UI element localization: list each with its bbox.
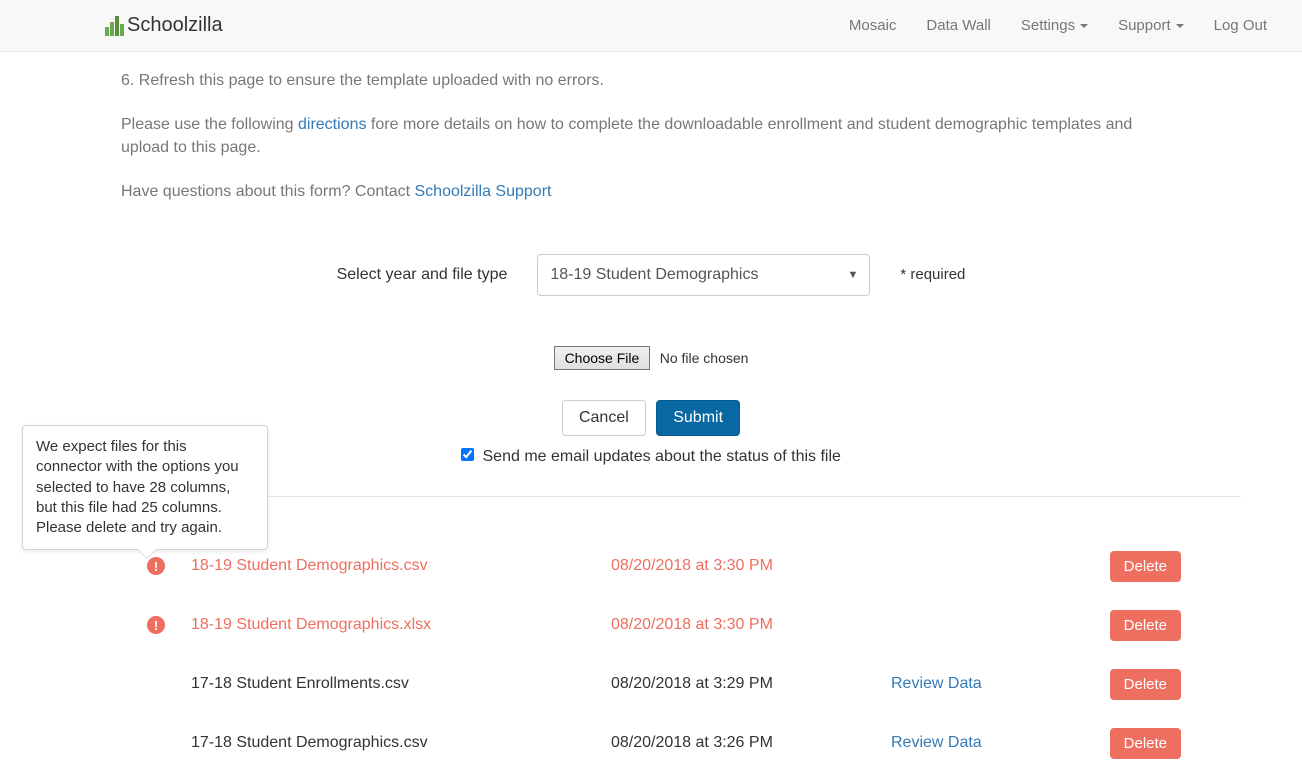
email-updates-checkbox[interactable] [461,448,474,461]
chevron-down-icon [1080,24,1088,28]
file-list: !18-19 Student Demographics.csv08/20/201… [121,537,1181,773]
delete-button[interactable]: Delete [1110,728,1181,759]
support-link[interactable]: Schoolzilla Support [415,183,552,200]
file-date: 08/20/2018 at 3:30 PM [611,616,891,634]
nav-mosaic[interactable]: Mosaic [834,1,912,50]
file-name: 18-19 Student Demographics.xlsx [191,616,611,634]
brand[interactable]: Schoolzilla [105,14,223,37]
file-row: 17-18 Student Demographics.csv08/20/2018… [121,714,1181,773]
email-updates-label[interactable]: Send me email updates about the status o… [461,448,841,465]
brand-text: Schoolzilla [127,14,223,37]
file-row: ! 18-19 Student Demographics.xlsx08/20/20… [121,596,1181,655]
file-name: 18-19 Student Demographics.csv [191,557,611,575]
cancel-button[interactable]: Cancel [562,400,646,436]
nav-settings[interactable]: Settings [1006,1,1103,50]
file-row: 17-18 Student Enrollments.csv08/20/2018 … [121,655,1181,714]
choose-file-button[interactable]: Choose File [554,346,651,370]
instructions: 6. Refresh this page to ensure the templ… [121,70,1181,204]
questions-paragraph: Have questions about this form? Contact … [121,181,1181,203]
nav-menu: Mosaic Data Wall Settings Support Log Ou… [834,1,1282,50]
navbar: Schoolzilla Mosaic Data Wall Settings Su… [0,0,1302,52]
error-icon: ! [147,616,165,634]
required-label: * required [900,266,965,283]
directions-link[interactable]: directions [298,116,366,133]
file-date: 08/20/2018 at 3:29 PM [611,675,891,693]
select-label: Select year and file type [337,266,508,284]
no-file-text: No file chosen [660,350,749,366]
file-name: 17-18 Student Enrollments.csv [191,675,611,693]
review-data-link[interactable]: Review Data [891,734,982,751]
error-icon: ! [147,557,165,575]
delete-button[interactable]: Delete [1110,551,1181,582]
chevron-down-icon [1176,24,1184,28]
directions-paragraph: Please use the following directions fore… [121,114,1181,159]
logo-icon [105,16,124,36]
file-row: ! 18-19 Student Demographics.csv08/20/201… [121,537,1181,596]
nav-support[interactable]: Support [1103,1,1199,50]
nav-data-wall[interactable]: Data Wall [911,1,1005,50]
file-date: 08/20/2018 at 3:26 PM [611,734,891,752]
step-6-text: 6. Refresh this page to ensure the templ… [121,70,1181,92]
nav-logout[interactable]: Log Out [1199,1,1282,50]
submit-button[interactable]: Submit [656,400,740,436]
year-filetype-select[interactable]: 18-19 Student Demographics [537,254,870,296]
error-tooltip: We expect files for this connector with … [22,425,268,550]
delete-button[interactable]: Delete [1110,669,1181,700]
file-date: 08/20/2018 at 3:30 PM [611,557,891,575]
review-data-link[interactable]: Review Data [891,675,982,692]
delete-button[interactable]: Delete [1110,610,1181,641]
file-name: 17-18 Student Demographics.csv [191,734,611,752]
